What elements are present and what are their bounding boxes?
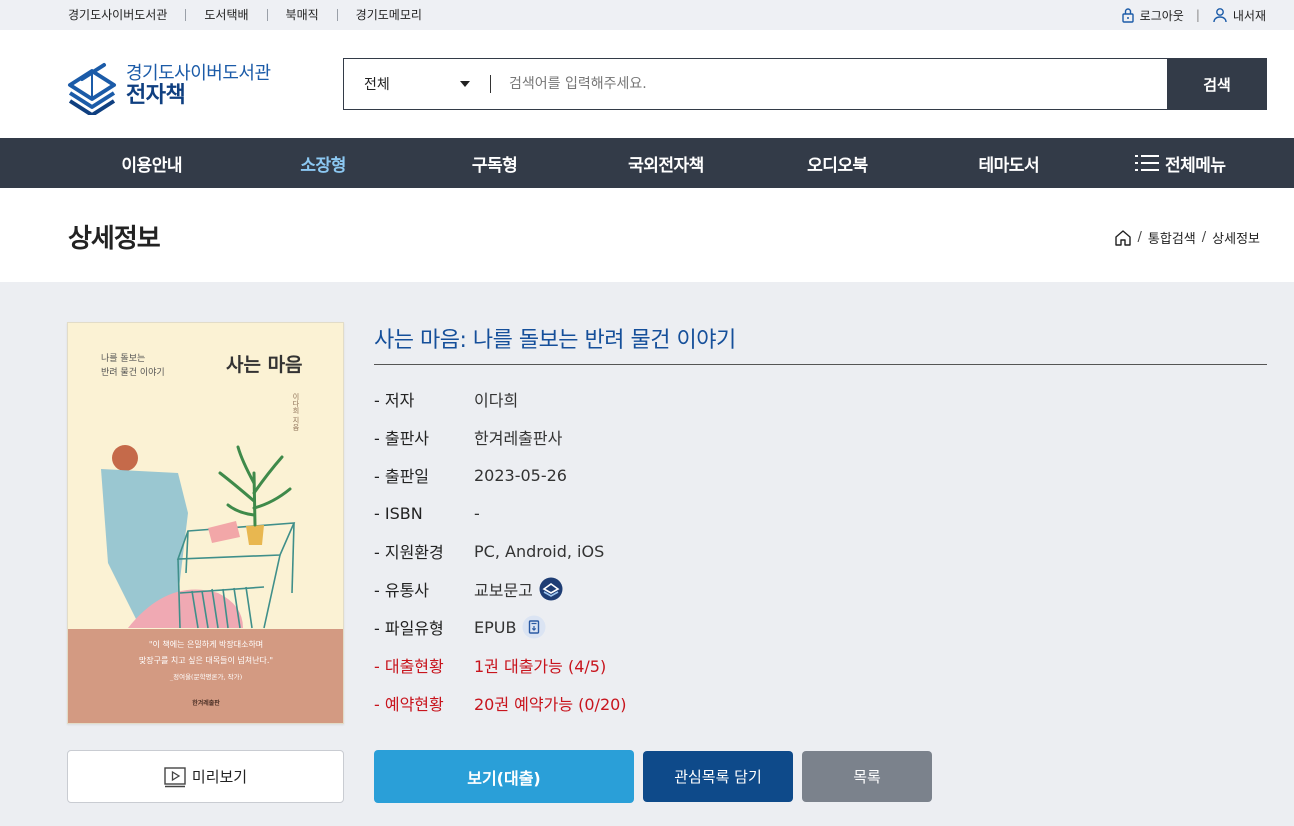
logout-link[interactable]: 로그아웃 [1121,7,1184,24]
site-logo[interactable]: 경기도사이버도서관 전자책 [66,57,271,115]
util-link-cyber-library[interactable]: 경기도사이버도서관 [68,9,185,21]
info-row-platforms: - 지원환경 PC, Android, iOS [374,532,627,570]
kyobo-distributor-icon [539,577,563,601]
info-row-pubdate: - 출판일 2023-05-26 [374,456,627,494]
nav-theme-books[interactable]: 테마도서 [923,151,1094,176]
user-links: 로그아웃 | 내서재 [1121,0,1266,30]
cover-author: 이다희 지음 [292,392,300,430]
logo-line1: 경기도사이버도서관 [126,63,271,84]
breadcrumb-integrated-search[interactable]: 통합검색 [1148,228,1196,247]
info-value: PC, Android, iOS [474,541,605,561]
info-label: - 출판일 [374,467,430,486]
site-header: 경기도사이버도서관 전자책 전체 검색 [0,30,1294,138]
book-detail-section: 나를 돌보는 반려 물건 이야기 사는 마음 이다희 지음 "이 책에는 은밀하… [0,282,1294,826]
info-value: 2023-05-26 [474,465,567,485]
back-to-list-button[interactable]: 목록 [802,751,932,802]
nav-all-menu[interactable]: 전체메뉴 [1095,151,1266,176]
info-row-distributor: - 유통사 교보문고 [374,570,627,608]
mylib-label: 내서재 [1232,8,1266,23]
mylib-link[interactable]: 내서재 [1212,7,1266,24]
user-icon [1213,8,1227,23]
cover-subtitle-line2: 반려 물건 이야기 [101,367,165,378]
info-row-author: - 저자 이다희 [374,380,627,418]
nav-subscription[interactable]: 구독형 [409,151,580,176]
cover-quote-line2: 맞장구를 치고 싶은 대목들이 넘쳐난다." [139,655,273,665]
nav-foreign-ebooks[interactable]: 국외전자책 [580,151,751,176]
info-label: - 지원환경 [374,543,444,562]
cover-quote-line1: "이 책에는 은밀하게 박장대소하며 [149,639,263,649]
util-link-book-magic[interactable]: 북매직 [266,9,337,21]
info-value: 이다희 [474,391,519,410]
nav-all-menu-label: 전체메뉴 [1164,155,1226,176]
search-bar: 전체 검색 [343,58,1267,110]
cover-title: 사는 마음 [226,354,303,376]
nav-owned[interactable]: 소장형 [237,151,408,176]
lock-icon [1121,8,1134,23]
info-row-loan-status: - 대출현황 1권 대출가능 (4/5) [374,646,627,684]
info-value: 한겨레출판사 [474,429,563,448]
info-value: EPUB [474,617,517,637]
info-value: 교보문고 [474,581,533,600]
info-label: - ISBN [374,503,423,523]
logo-line2: 전자책 [126,82,186,108]
breadcrumb-separator: / [1201,230,1207,245]
info-row-filetype: - 파일유형 EPUB [374,608,627,646]
search-category-value: 전체 [364,77,390,93]
view-loan-button[interactable]: 보기(대출) [374,750,634,803]
book-stack-logo-icon [68,63,116,115]
info-row-isbn: - ISBN - [374,494,627,532]
util-link-book-delivery[interactable]: 도서택배 [185,9,266,21]
info-row-reservation-status: - 예약현황 20권 예약가능 (0/20) [374,684,627,722]
book-title: 사는 마음: 나를 돌보는 반려 물건 이야기 [374,322,1267,365]
utility-bar: 경기도사이버도서관 도서택배 북매직 경기도메모리 로그아웃 | 내서재 [0,0,1294,30]
preview-label: 미리보기 [191,768,248,786]
search-input[interactable] [491,59,1167,109]
nav-usage-guide[interactable]: 이용안내 [66,151,237,176]
user-links-divider: | [1195,8,1200,22]
info-label: - 유통사 [374,581,430,600]
search-category-select[interactable]: 전체 [344,59,490,109]
info-label: - 저자 [374,391,415,410]
nav-audiobooks[interactable]: 오디오북 [752,151,923,176]
utility-links: 경기도사이버도서관 도서택배 북매직 경기도메모리 [68,0,440,30]
hamburger-menu-icon [1134,155,1159,171]
info-label: - 파일유형 [374,619,444,638]
epub-file-icon [522,615,546,639]
preview-button[interactable]: 미리보기 [67,750,344,803]
info-label: - 대출현황 [374,657,444,676]
info-value: - [474,503,480,523]
breadcrumb-separator: / [1137,230,1142,245]
info-value: 20권 예약가능 (0/20) [474,695,627,714]
breadcrumb-current: 상세정보 [1212,232,1260,247]
book-info-list: - 저자 이다희 - 출판사 한겨레출판사 - 출판일 2023-05-26 -… [374,380,627,722]
page-title: 상세정보 [68,224,161,254]
info-value: 1권 대출가능 (4/5) [474,657,607,676]
home-icon[interactable] [1114,229,1132,247]
info-label: - 출판사 [374,429,430,448]
book-cover-art: 나를 돌보는 반려 물건 이야기 사는 마음 이다희 지음 "이 책에는 은밀하… [68,323,343,723]
breadcrumb: / 통합검색 / 상세정보 [1114,228,1260,247]
cover-publisher: 한겨레출판 [192,699,220,707]
preview-play-icon [164,766,186,787]
page-title-bar: 상세정보 / 통합검색 / 상세정보 [0,188,1294,282]
caret-down-icon [460,81,470,87]
info-label: - 예약현황 [374,695,444,714]
util-link-gg-memory[interactable]: 경기도메모리 [336,9,440,21]
info-row-publisher: - 출판사 한겨레출판사 [374,418,627,456]
book-cover: 나를 돌보는 반려 물건 이야기 사는 마음 이다희 지음 "이 책에는 은밀하… [67,322,344,724]
logout-label: 로그아웃 [1139,8,1184,23]
main-nav: 이용안내 소장형 구독형 국외전자책 오디오북 테마도서 전체메뉴 [0,138,1294,188]
search-button[interactable]: 검색 [1167,58,1267,110]
cover-quote-source: _정여울(문학평론가, 작가) [170,672,243,681]
add-wishlist-button[interactable]: 관심목록 담기 [643,751,793,802]
cover-subtitle-line1: 나를 돌보는 [101,353,145,364]
